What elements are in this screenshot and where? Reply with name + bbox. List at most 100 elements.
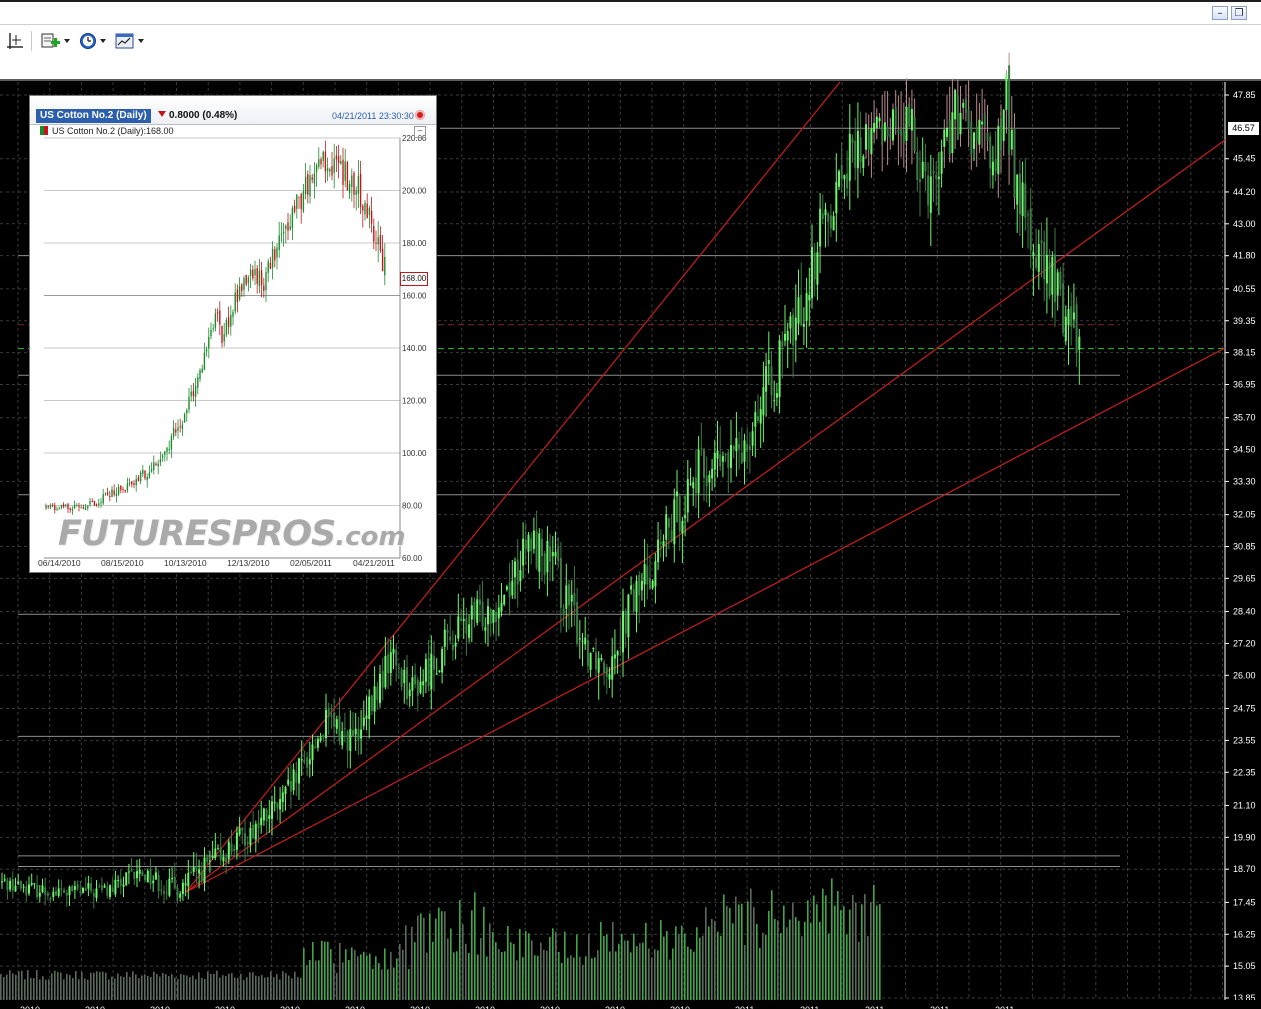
inset-candle-body (232, 311, 234, 317)
inset-candle-body (100, 502, 102, 504)
inset-chart-tab[interactable]: US Cotton No.2 (Daily) (36, 109, 151, 123)
volume-bar (714, 920, 716, 1000)
volume-bar (207, 971, 209, 1000)
candle-body (298, 758, 300, 784)
inset-candle-body (51, 504, 54, 507)
volume-bar (732, 923, 734, 1000)
candle-body (811, 247, 813, 299)
inset-candle-body (344, 161, 346, 181)
inset-candle-body (212, 328, 214, 330)
volume-bar (195, 979, 197, 1000)
volume-bar (564, 931, 566, 1000)
candle-body (1013, 127, 1016, 198)
candle-body (1002, 109, 1005, 141)
candle-body (38, 892, 41, 897)
candle-body (956, 95, 959, 140)
volume-bar (510, 942, 512, 1000)
candle-body (730, 445, 732, 468)
inset-candle-body (309, 175, 311, 197)
candle-body (875, 116, 878, 129)
volume-bar (468, 952, 470, 1000)
inset-candle-body (45, 506, 47, 509)
candle-body (441, 649, 444, 673)
volume-bar (447, 938, 449, 1000)
record-indicator-icon[interactable] (415, 110, 425, 120)
inset-candle-body (197, 376, 199, 388)
candle-body (619, 646, 622, 648)
candle-body (87, 883, 90, 889)
candle-body (73, 886, 76, 890)
volume-bar (804, 921, 806, 1000)
candle-body (1, 881, 3, 883)
inset-candle-body (340, 160, 342, 164)
y-axis-tick-label: 35.70 (1233, 413, 1256, 423)
volume-bar (741, 903, 743, 1000)
candle-body (341, 731, 344, 746)
inset-candle-body (219, 310, 221, 325)
inset-candle-body (73, 504, 76, 508)
volume-bar (603, 935, 605, 1000)
candle-body (959, 112, 962, 135)
volume-bar (102, 971, 104, 1000)
volume-bar (354, 949, 356, 1000)
inset-candle-body (263, 285, 265, 291)
volume-bar (141, 975, 143, 1000)
x-axis-date-label: 2010 (20, 1005, 40, 1009)
candle-body (11, 879, 14, 891)
inset-candle-body (362, 205, 364, 211)
volume-bar (744, 945, 746, 1000)
candle-body (119, 879, 122, 886)
candle-body (419, 681, 422, 693)
candle-body (157, 875, 160, 892)
x-axis-date-label: 2010 (605, 1005, 625, 1009)
inset-chart-window[interactable]: 220.00 200.00 180.00 160.00 140.00 120.00 100.… (29, 95, 437, 573)
inset-candle-body (62, 504, 65, 507)
candle-body (241, 827, 244, 831)
candle-body (495, 611, 498, 623)
candle-body (49, 898, 52, 900)
candle-body (52, 891, 55, 897)
volume-bar (552, 928, 554, 1000)
volume-bar (0, 974, 2, 1000)
volume-bar (537, 955, 539, 1000)
candle-body (19, 880, 22, 889)
volume-bar (783, 905, 785, 1000)
candle-body (451, 644, 454, 651)
inset-header: US Cotton No.2 (Daily) 0.8000 (0.48%) 04… (30, 96, 436, 125)
y-axis-tick-label: 23.55 (1233, 735, 1256, 745)
candle-body (778, 340, 781, 398)
candle-body (603, 662, 606, 673)
candle-body (929, 176, 932, 213)
candle-body (732, 446, 735, 449)
candle-body (252, 824, 255, 839)
inset-candle-body (276, 247, 278, 258)
volume-bar (585, 956, 587, 1000)
volume-bar (84, 978, 86, 1000)
inset-candle-body (95, 504, 98, 506)
candle-body (208, 860, 211, 862)
candle-body (940, 151, 943, 174)
volume-bar (42, 976, 44, 1000)
volume-bar (711, 918, 713, 1000)
candle-body (468, 624, 471, 638)
inset-candle-body (329, 169, 331, 172)
volume-bar (459, 899, 461, 1000)
candle-body (892, 109, 894, 141)
candle-body (268, 815, 271, 819)
inset-candle-body (161, 455, 164, 458)
volume-bar (630, 952, 632, 1000)
candle-body (79, 891, 82, 893)
volume-bar (573, 957, 575, 1000)
x-axis-date-label: 2010 (215, 1005, 235, 1009)
candle-body (781, 341, 784, 348)
candle-body (330, 714, 333, 717)
volume-bar (672, 948, 674, 1000)
y-axis-tick-label: 18.70 (1233, 864, 1256, 874)
volume-bar (717, 931, 719, 1000)
candle-body (352, 730, 354, 737)
collapse-icon[interactable]: – (414, 126, 426, 138)
volume-bar (762, 932, 764, 1000)
inset-candle-body (91, 500, 93, 503)
candle-body (95, 888, 98, 898)
candle-body (586, 640, 589, 666)
